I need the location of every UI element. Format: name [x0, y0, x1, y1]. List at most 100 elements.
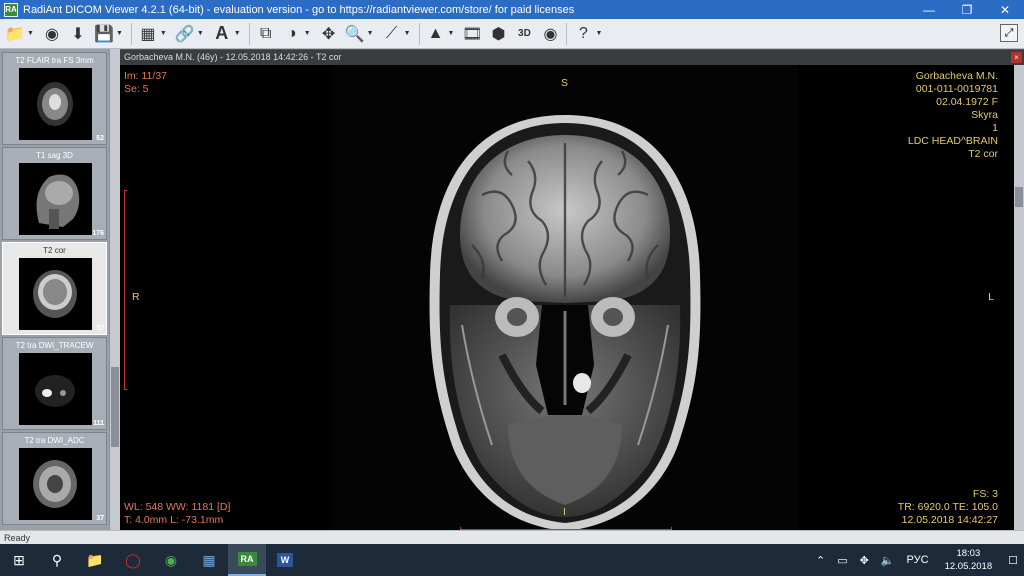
download-icon: ⬇ [71, 25, 85, 43]
sync-button[interactable]: 🔗 ▼ [172, 21, 209, 47]
scrollbar-thumb[interactable] [111, 367, 119, 447]
clock[interactable]: 18:03 12.05.2018 [935, 547, 1003, 573]
help-button[interactable]: ? ▼ [570, 21, 607, 47]
chrome-icon[interactable]: ◉ [152, 544, 190, 576]
series-thumbnail-selected[interactable]: T2 cor 37 [2, 242, 107, 335]
slice-thickness: T: 4.0mm L: -73.1mm [124, 514, 224, 526]
app-window: RA RadiAnt DICOM Viewer 4.2.1 (64-bit) -… [0, 0, 1024, 576]
pan-icon: ✥ [321, 25, 336, 43]
series-preview [19, 448, 92, 520]
save-icon: 💾 [93, 25, 114, 43]
close-viewport-button[interactable]: × [1011, 52, 1022, 63]
scanner-model: Skyra [971, 109, 998, 121]
vertical-scale-bar [124, 190, 127, 390]
pan-tool-button[interactable]: ✥ [316, 21, 342, 47]
sidebar-scrollbar[interactable] [109, 49, 120, 530]
window-level: WL: 548 WW: 1181 [D] [124, 501, 231, 513]
measure-tool-button[interactable]: ⟋ ▼ [379, 21, 416, 47]
tr-te: TR: 6920.0 TE: 105.0 [897, 501, 998, 513]
zoom-icon: 🔍 [344, 25, 365, 43]
fullscreen-button[interactable]: ⤢ [1000, 24, 1018, 42]
input-language[interactable]: РУС [901, 554, 935, 566]
chevron-up-icon[interactable]: ⌃ [810, 554, 831, 567]
cine-button[interactable]: 🎞 [459, 21, 485, 47]
series-label: T2 tra DWI_TRACEW [15, 341, 94, 350]
series-thumbnail[interactable]: T2 FLAIR tra FS 3mm 62 [2, 52, 107, 145]
image-area[interactable]: Im: 11/37 Se: 5 Gorbacheva M.N. 001-011-… [120, 65, 1014, 531]
restore-button[interactable]: ❐ [948, 0, 986, 19]
save-button[interactable]: 💾 ▼ [91, 21, 128, 47]
orientation-superior: S [561, 77, 569, 89]
opera-icon[interactable]: ◯ [114, 544, 152, 576]
import-button[interactable]: ⬇ [65, 21, 91, 47]
stack-tool-button[interactable]: ⧉ [253, 21, 279, 47]
notifications-icon[interactable]: ☐ [1002, 554, 1024, 567]
paint-icon[interactable]: ▦ [190, 544, 228, 576]
layout-button[interactable]: ▦ ▼ [135, 21, 172, 47]
help-icon: ? [578, 24, 588, 42]
windows-start-icon[interactable]: ⊞ [0, 544, 38, 576]
chevron-down-icon[interactable]: ▼ [116, 30, 123, 37]
title-bar: RA RadiAnt DICOM Viewer 4.2.1 (64-bit) -… [0, 0, 1024, 19]
image-count: 176 [92, 230, 104, 237]
battery-icon[interactable]: ▭ [831, 554, 853, 567]
radiant-icon[interactable]: RA [228, 544, 266, 576]
series-sidebar: T2 FLAIR tra FS 3mm 62 T1 sag 3D 176 T2 … [0, 49, 120, 530]
minimize-button[interactable]: — [910, 0, 948, 19]
viewport-title: Gorbacheva M.N. (46y) - 12.05.2018 14:42… [124, 52, 342, 62]
chevron-down-icon[interactable]: ▼ [367, 30, 374, 37]
windowing-tool-button[interactable]: ◑ ▼ [279, 21, 316, 47]
annotation-text-button[interactable]: A ▼ [209, 21, 246, 47]
series-thumbnail[interactable]: T2 tra DWI_ADC 37 [2, 432, 107, 525]
windows-taskbar: ⊞ ⚲ 📁 ◯ ◉ ▦ RA W ⌃ ▭ ✥ 🔈 РУС 18:03 12.05… [0, 544, 1024, 576]
image-count: 37 [96, 325, 104, 332]
volume-render-button[interactable]: ▲ ▼ [423, 21, 460, 47]
volume-icon[interactable]: 🔈 [875, 554, 901, 567]
chevron-down-icon[interactable]: ▼ [234, 30, 241, 37]
open-cd-button[interactable]: ◉ [39, 21, 65, 47]
chevron-down-icon[interactable]: ▼ [160, 30, 167, 37]
orientation-inferior: I [563, 506, 566, 518]
series-thumbnail[interactable]: T2 tra DWI_TRACEW 111 [2, 337, 107, 430]
series-thumbnail[interactable]: T1 sag 3D 176 [2, 147, 107, 240]
toolbar-divider [248, 22, 250, 45]
chevron-down-icon[interactable]: ▼ [304, 30, 311, 37]
status-bar: Ready [0, 530, 1024, 544]
series-preview [19, 258, 92, 330]
chevron-down-icon[interactable]: ▼ [404, 30, 411, 37]
zoom-tool-button[interactable]: 🔍 ▼ [342, 21, 379, 47]
series-description: T2 cor [968, 148, 998, 160]
file-explorer-icon[interactable]: 📁 [76, 544, 114, 576]
3d-button[interactable]: 3D [511, 21, 537, 47]
chevron-down-icon[interactable]: ▼ [595, 30, 602, 37]
patient-id: 001-011-0019781 [915, 83, 998, 95]
scrollbar-thumb[interactable] [1015, 187, 1023, 207]
mpr-button[interactable]: ⬢ [485, 21, 511, 47]
3d-icon: 3D [518, 28, 531, 39]
image-count: 37 [96, 515, 104, 522]
chevron-down-icon[interactable]: ▼ [448, 30, 455, 37]
series-preview [19, 163, 92, 235]
image-scrollbar[interactable] [1014, 65, 1024, 531]
network-icon[interactable]: ✥ [854, 554, 875, 567]
windowing-icon: ◑ [286, 24, 297, 42]
system-tray: ⌃ ▭ ✥ 🔈 РУС 18:03 12.05.2018 ☐ [810, 544, 1024, 576]
fusion-button[interactable]: ◉ [537, 21, 563, 47]
image-viewport[interactable]: Gorbacheva M.N. (46y) - 12.05.2018 14:42… [120, 49, 1024, 531]
text-icon: A [215, 23, 229, 43]
search-icon[interactable]: ⚲ [38, 544, 76, 576]
patient-name: Gorbacheva M.N. [915, 70, 998, 82]
series-label: T2 tra DWI_ADC [24, 436, 85, 445]
clock-time: 18:03 [956, 548, 981, 559]
open-folder-button[interactable]: 📁 ▼ [2, 21, 39, 47]
chevron-down-icon[interactable]: ▼ [197, 30, 204, 37]
word-icon[interactable]: W [266, 544, 304, 576]
study-description: LDC HEAD^BRAIN [907, 135, 998, 147]
toolbar-divider [566, 22, 568, 45]
chevron-down-icon[interactable]: ▼ [27, 30, 34, 37]
image-info-top-left: Im: 11/37 Se: 5 [124, 70, 167, 96]
toolbar-divider [130, 22, 132, 45]
close-button[interactable]: ✕ [986, 0, 1024, 19]
series-label: T2 cor [43, 246, 66, 255]
link-icon: 🔗 [174, 25, 195, 43]
